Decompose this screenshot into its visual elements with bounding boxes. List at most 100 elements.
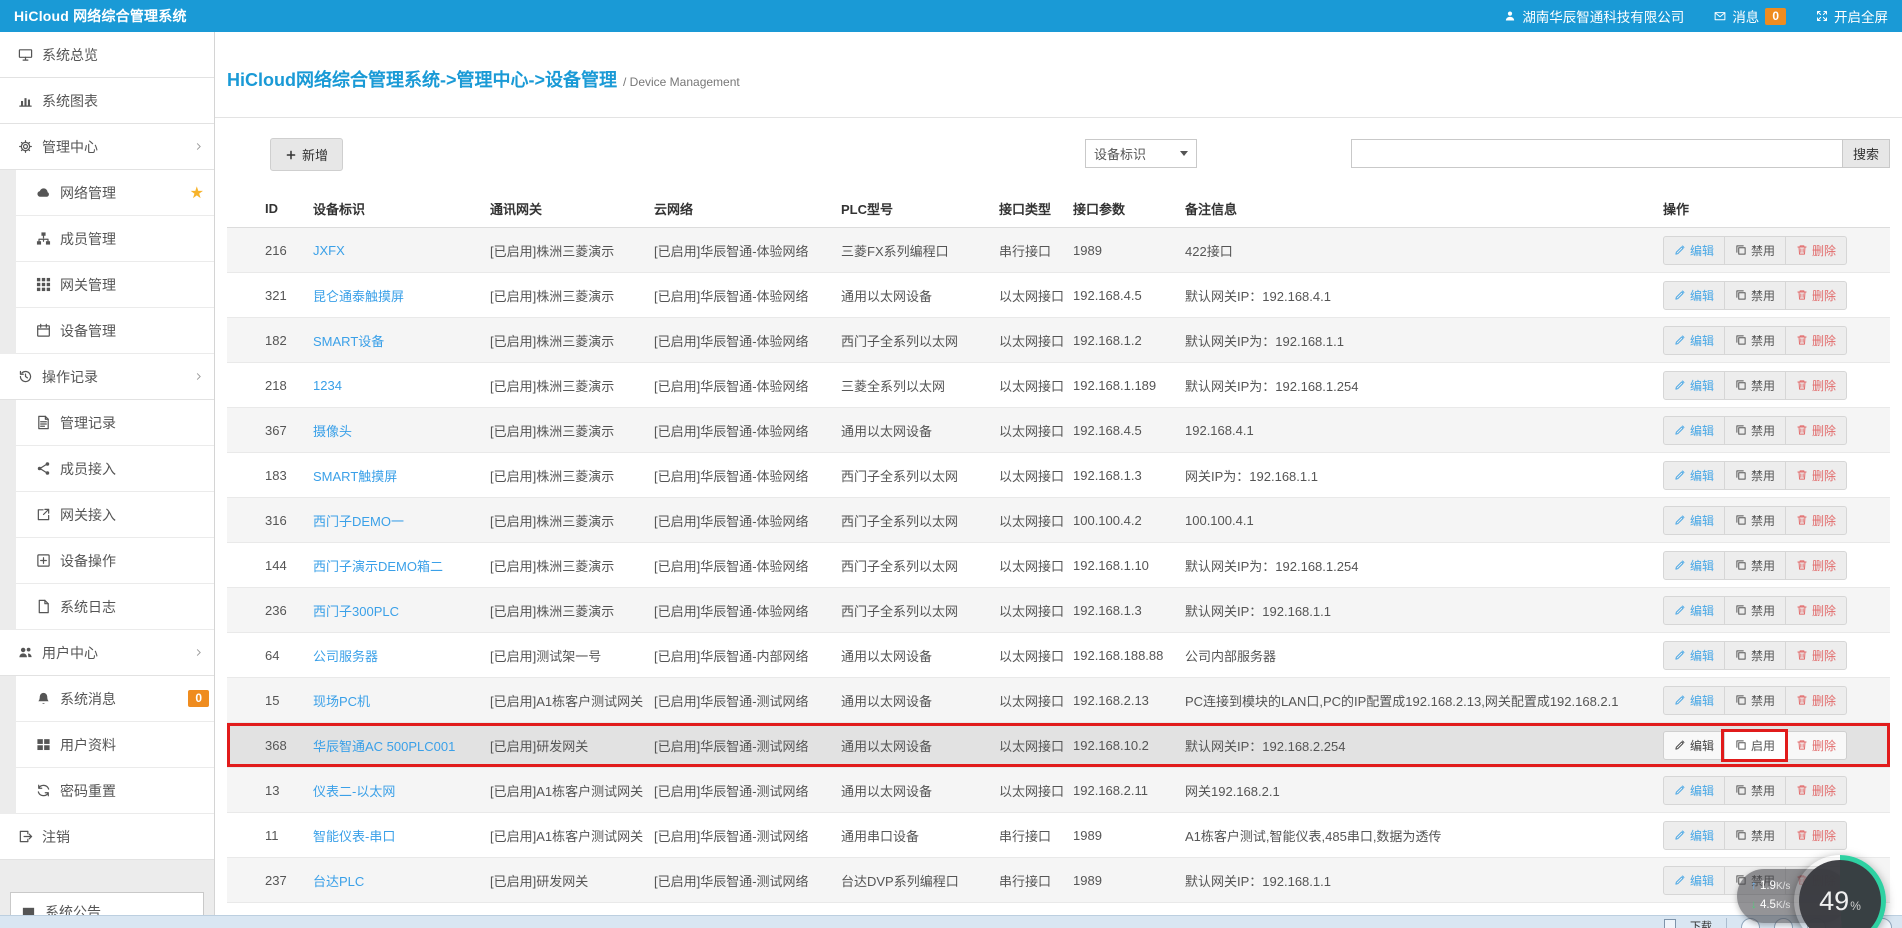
row-actions: 编辑禁用删除 [1663, 506, 1847, 535]
sidebar-item-user-profile[interactable]: 用户资料 [16, 722, 214, 768]
sidebar-item-device-ops[interactable]: 设备操作 [16, 538, 214, 584]
delete-button[interactable]: 删除 [1785, 687, 1846, 714]
sidebar-item-label: 系统图表 [42, 91, 98, 111]
add-device-button[interactable]: 新增 [270, 138, 343, 171]
search-input[interactable] [1351, 139, 1843, 168]
arrow-down-icon: ↓ [1751, 899, 1757, 911]
delete-button[interactable]: 删除 [1785, 822, 1846, 849]
edit-button[interactable]: 编辑 [1664, 462, 1724, 489]
delete-button[interactable]: 删除 [1785, 777, 1846, 804]
device-link[interactable]: 昆仑通泰触摸屏 [313, 286, 490, 305]
enable-button[interactable]: 启用 [1724, 732, 1785, 759]
device-link[interactable]: 现场PC机 [313, 691, 490, 710]
delete-button[interactable]: 删除 [1785, 552, 1846, 579]
sidebar-item-system-charts[interactable]: 系统图表 [0, 78, 214, 124]
delete-button[interactable]: 删除 [1785, 372, 1846, 399]
sidebar-item-system-logs[interactable]: 系统日志 [16, 584, 214, 630]
chevron-right-icon [193, 139, 204, 155]
disable-button[interactable]: 禁用 [1724, 597, 1785, 624]
gateway-cell: [已启用]A1栋客户测试网关 [490, 691, 654, 710]
device-link[interactable]: 华辰智通AC 500PLC001 [313, 736, 490, 755]
disable-button[interactable]: 禁用 [1724, 777, 1785, 804]
edit-button[interactable]: 编辑 [1664, 642, 1724, 669]
disable-button[interactable]: 禁用 [1724, 822, 1785, 849]
device-link[interactable]: 公司服务器 [313, 646, 490, 665]
edit-button[interactable]: 编辑 [1664, 327, 1724, 354]
edit-button[interactable]: 编辑 [1664, 372, 1724, 399]
disable-button[interactable]: 禁用 [1724, 372, 1785, 399]
sidebar-item-admin-records[interactable]: 管理记录 [16, 400, 214, 446]
device-link[interactable]: 摄像头 [313, 421, 490, 440]
sidebar-item-member-mgmt[interactable]: 成员管理 [16, 216, 214, 262]
interface-param-cell: 100.100.4.2 [1073, 513, 1185, 528]
sidebar-item-gateway-access[interactable]: 网关接入 [16, 492, 214, 538]
th-icon [36, 277, 51, 292]
sidebar-item-device-mgmt[interactable]: 设备管理 [16, 308, 214, 354]
disable-button[interactable]: 禁用 [1724, 462, 1785, 489]
row-actions: 编辑禁用删除 [1663, 641, 1847, 670]
device-link[interactable]: 智能仪表-串口 [313, 826, 490, 845]
device-link[interactable]: SMART设备 [313, 331, 490, 350]
delete-button[interactable]: 删除 [1785, 642, 1846, 669]
delete-button[interactable]: 删除 [1785, 327, 1846, 354]
disable-button[interactable]: 禁用 [1724, 237, 1785, 264]
edit-button[interactable]: 编辑 [1664, 777, 1724, 804]
device-link[interactable]: 1234 [313, 378, 490, 393]
messages-menu[interactable]: 消息 0 [1714, 6, 1786, 26]
sidebar-item-system-messages[interactable]: 系统消息0 [16, 676, 214, 722]
edit-button[interactable]: 编辑 [1664, 597, 1724, 624]
edit-button[interactable]: 编辑 [1664, 687, 1724, 714]
browser-download-button[interactable]: 下载 [1690, 918, 1712, 928]
device-link[interactable]: SMART触摸屏 [313, 466, 490, 485]
memory-usage-circle[interactable]: 49 % [1794, 855, 1886, 928]
browser-misc-icon[interactable] [1664, 919, 1676, 928]
disable-button[interactable]: 禁用 [1724, 642, 1785, 669]
edit-button[interactable]: 编辑 [1664, 282, 1724, 309]
delete-button[interactable]: 删除 [1785, 597, 1846, 624]
cloud-network-cell: [已启用]华辰智通-测试网络 [654, 736, 841, 755]
edit-button[interactable]: 编辑 [1664, 552, 1724, 579]
sidebar-item-network-mgmt[interactable]: 网络管理★ [16, 170, 214, 216]
sidebar-item-gateway-mgmt[interactable]: 网关管理 [16, 262, 214, 308]
device-link[interactable]: 西门子演示DEMO箱二 [313, 556, 490, 575]
search-button[interactable]: 搜索 [1843, 139, 1890, 168]
actions-cell: 编辑禁用删除 [1663, 596, 1890, 625]
company-menu[interactable]: 湖南华辰智通科技有限公司 [1504, 6, 1684, 26]
sidebar-item-user-center[interactable]: 用户中心 [0, 630, 214, 676]
table-row: 182SMART设备[已启用]株洲三菱演示[已启用]华辰智通-体验网络西门子全系… [227, 318, 1890, 363]
sidebar-item-system-overview[interactable]: 系统总览 [0, 32, 214, 78]
edit-button[interactable]: 编辑 [1664, 867, 1724, 894]
edit-button[interactable]: 编辑 [1664, 417, 1724, 444]
edit-button[interactable]: 编辑 [1664, 507, 1724, 534]
delete-button[interactable]: 删除 [1785, 237, 1846, 264]
disable-button[interactable]: 禁用 [1724, 417, 1785, 444]
delete-button[interactable]: 删除 [1785, 462, 1846, 489]
disable-button[interactable]: 禁用 [1724, 507, 1785, 534]
delete-button[interactable]: 删除 [1785, 732, 1846, 759]
device-link[interactable]: 西门子300PLC [313, 601, 490, 620]
device-link[interactable]: 仪表二-以太网 [313, 781, 490, 800]
edit-button[interactable]: 编辑 [1664, 732, 1724, 759]
interface-type-cell: 以太网接口 [999, 331, 1073, 350]
row-actions: 编辑禁用删除 [1663, 236, 1847, 265]
edit-button[interactable]: 编辑 [1664, 237, 1724, 264]
sidebar-item-password-reset[interactable]: 密码重置 [16, 768, 214, 814]
delete-button[interactable]: 删除 [1785, 417, 1846, 444]
device-link[interactable]: 台达PLC [313, 871, 490, 890]
sidebar-item-member-access[interactable]: 成员接入 [16, 446, 214, 492]
disable-button[interactable]: 禁用 [1724, 687, 1785, 714]
edit-button[interactable]: 编辑 [1664, 822, 1724, 849]
device-link[interactable]: 西门子DEMO一 [313, 511, 490, 530]
delete-button[interactable]: 删除 [1785, 282, 1846, 309]
disable-button[interactable]: 禁用 [1724, 327, 1785, 354]
sidebar-item-admin-center[interactable]: 管理中心 [0, 124, 214, 170]
sidebar-item-op-records[interactable]: 操作记录 [0, 354, 214, 400]
disable-button[interactable]: 禁用 [1724, 282, 1785, 309]
sidebar-item-logout[interactable]: 注销 [0, 814, 214, 860]
disable-button[interactable]: 禁用 [1724, 552, 1785, 579]
fullscreen-button[interactable]: 开启全屏 [1816, 6, 1888, 26]
remark-cell: 100.100.4.1 [1185, 513, 1663, 528]
filter-field-select[interactable]: 设备标识 [1085, 139, 1197, 168]
delete-button[interactable]: 删除 [1785, 507, 1846, 534]
device-link[interactable]: JXFX [313, 243, 490, 258]
